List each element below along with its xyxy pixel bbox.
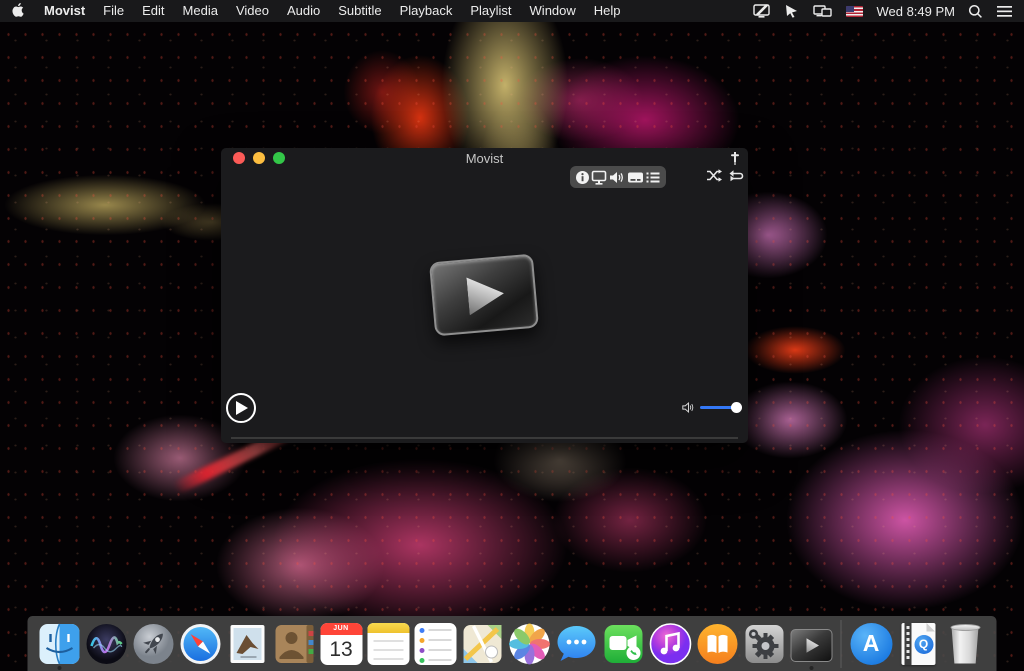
playlist-icon[interactable] [645,170,661,185]
always-on-top-pin-icon[interactable] [728,151,742,166]
dock-item-launchpad[interactable] [130,616,176,671]
quicktime-letter: Q [918,637,929,651]
system-preferences-icon [745,624,783,663]
window-title: Movist [465,151,504,166]
finder-icon [39,623,79,664]
menu-audio[interactable]: Audio [278,0,329,22]
menu-window[interactable]: Window [521,0,585,22]
dock-item-maps[interactable] [459,616,505,671]
subtitle-icon[interactable] [627,170,644,185]
menu-bar-status-area: Wed 8:49 PM [753,4,1024,19]
dock-item-notes[interactable] [365,616,411,671]
dock-item-itunes[interactable] [647,616,693,671]
dock-item-movist[interactable] [788,616,834,671]
menu-bar-left: Movist File Edit Media Video Audio Subti… [0,0,630,22]
dock-item-photos[interactable] [506,616,552,671]
dock-item-safari[interactable] [177,616,223,671]
repeat-icon[interactable] [728,169,744,182]
dock-item-app-store[interactable]: A [848,616,894,671]
dock-item-system-preferences[interactable] [741,616,787,671]
messages-icon [557,625,595,661]
dock-separator [840,619,842,668]
dock-item-messages[interactable] [553,616,599,671]
safari-icon [180,623,220,664]
dock-item-trash[interactable] [942,616,988,671]
movist-center-logo [428,253,540,337]
menu-file[interactable]: File [94,0,133,22]
menu-bar-clock[interactable]: Wed 8:49 PM [876,4,955,19]
app-store-letter: A [862,630,880,656]
dock-item-ibooks[interactable] [694,616,740,671]
display-mirroring-icon[interactable] [753,4,771,18]
menu-subtitle[interactable]: Subtitle [329,0,390,22]
video-display-icon[interactable] [591,170,607,185]
dock-item-facetime[interactable] [600,616,646,671]
menu-bar: Movist File Edit Media Video Audio Subti… [0,0,1024,22]
pointer-device-icon[interactable] [784,4,800,18]
menu-media[interactable]: Media [174,0,227,22]
app-store-icon: A [850,622,892,665]
launchpad-icon [133,623,173,664]
dock-item-calendar[interactable]: JUN 13 [318,616,364,671]
finder-running-indicator [57,666,61,670]
reminders-icon [414,622,456,665]
maps-icon [463,624,501,663]
transport-controls [706,169,744,182]
photos-icon [508,623,550,664]
movist-dock-icon [790,629,832,662]
volume-slider[interactable] [700,402,742,413]
dock-item-reminders[interactable] [412,616,458,671]
play-button[interactable] [226,393,256,423]
menu-edit[interactable]: Edit [133,0,173,22]
volume-icon[interactable] [609,170,625,185]
menu-help[interactable]: Help [585,0,630,22]
dock-item-finder[interactable] [36,616,82,671]
notes-icon [367,622,409,665]
spotlight-search-icon[interactable] [968,4,983,19]
dock-item-mail[interactable] [224,616,270,671]
menu-playlist[interactable]: Playlist [461,0,520,22]
shuffle-icon[interactable] [706,169,722,182]
logo-play-triangle-icon [466,274,505,315]
play-icon [236,401,248,415]
seek-bar[interactable] [231,437,738,439]
ibooks-icon [697,623,737,664]
menu-playback[interactable]: Playback [391,0,462,22]
calendar-month: JUN [320,622,362,635]
quicktime-document-icon: Q [901,622,935,665]
notification-center-icon[interactable] [996,5,1013,18]
dock: JUN 13 A Q [27,616,997,671]
displays-icon[interactable] [813,4,833,18]
volume-speaker-icon [682,401,694,414]
window-titlebar[interactable]: Movist [221,148,748,168]
movist-running-indicator [809,666,813,670]
calendar-day: 13 [329,637,353,661]
trash-icon [950,623,980,664]
us-flag-input-source-icon[interactable] [846,5,864,17]
apple-logo-icon [12,3,24,17]
volume-slider-thumb[interactable] [731,402,742,413]
movist-window: Movist [221,148,748,443]
info-icon[interactable] [575,170,590,185]
dock-item-contacts[interactable] [271,616,317,671]
window-toolbar [570,166,666,188]
contacts-icon [275,624,313,663]
menu-video[interactable]: Video [227,0,278,22]
dock-item-quicktime-document[interactable]: Q [895,616,941,671]
volume-control [682,401,742,414]
desktop: Movist File Edit Media Video Audio Subti… [0,0,1024,671]
calendar-icon: JUN 13 [320,622,362,665]
siri-icon [86,623,126,664]
dock-item-siri[interactable] [83,616,129,671]
itunes-icon [649,622,691,665]
mail-icon [230,624,264,663]
menu-movist[interactable]: Movist [35,0,94,22]
apple-menu[interactable] [12,3,35,19]
facetime-icon [604,624,642,663]
